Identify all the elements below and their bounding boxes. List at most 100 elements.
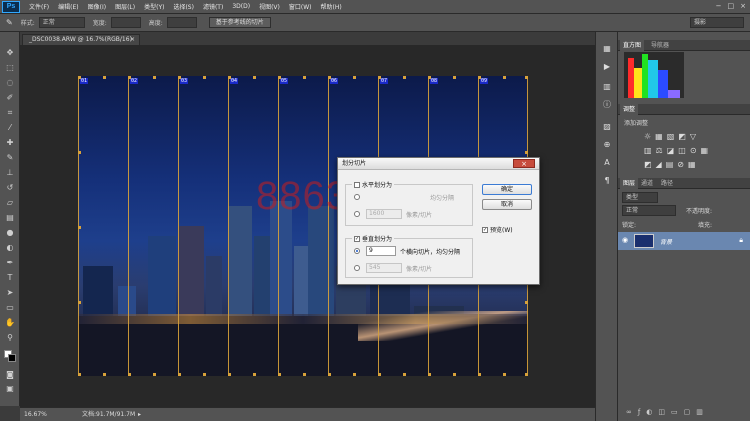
slice-handle[interactable] bbox=[103, 76, 106, 79]
width-input[interactable] bbox=[110, 17, 141, 28]
actions-panel-icon[interactable]: ▶ bbox=[601, 62, 613, 72]
healing-brush-tool-icon[interactable]: ✚ bbox=[4, 138, 16, 148]
slices-from-guides-button[interactable]: 基于参考线的切片 bbox=[208, 17, 271, 28]
slice-handle[interactable] bbox=[278, 373, 281, 376]
pen-tool-icon[interactable]: ✒ bbox=[4, 258, 16, 268]
slice-handle[interactable] bbox=[278, 76, 281, 79]
eraser-tool-icon[interactable]: ▱ bbox=[4, 198, 16, 208]
slice-handle[interactable] bbox=[128, 76, 131, 79]
slice-handle[interactable] bbox=[78, 151, 81, 154]
slice-handle[interactable] bbox=[153, 76, 156, 79]
slice-handle[interactable] bbox=[178, 76, 181, 79]
slice-handle[interactable] bbox=[103, 373, 106, 376]
dialog-close-button[interactable]: × bbox=[513, 159, 535, 168]
slice-handle[interactable] bbox=[525, 301, 528, 304]
ok-button[interactable]: 确定 bbox=[482, 184, 532, 195]
slice-handle[interactable] bbox=[228, 373, 231, 376]
color-swatches-icon[interactable] bbox=[4, 350, 16, 362]
slice-handle[interactable] bbox=[478, 373, 481, 376]
slice-handle[interactable] bbox=[303, 76, 306, 79]
menu-select[interactable]: 选择(S) bbox=[173, 2, 194, 11]
slice-handle[interactable] bbox=[453, 76, 456, 79]
dodge-tool-icon[interactable]: ◐ bbox=[4, 243, 16, 253]
slice-handle[interactable] bbox=[503, 76, 506, 79]
tab-adjustments[interactable]: 调整 bbox=[620, 104, 639, 115]
paragraph-panel-icon[interactable]: ¶ bbox=[601, 176, 613, 186]
style-select[interactable]: 正常 bbox=[38, 17, 85, 28]
slice-handle[interactable] bbox=[228, 76, 231, 79]
character-panel-icon[interactable]: A bbox=[601, 158, 613, 168]
screen-mode-icon[interactable]: ▣ bbox=[4, 384, 16, 394]
quick-mask-icon[interactable]: ◙ bbox=[4, 370, 16, 380]
layers-footer-icons[interactable]: ∞ƒ◐◫▭▢▥ bbox=[626, 408, 709, 416]
menu-window[interactable]: 窗口(W) bbox=[289, 2, 312, 11]
slice-handle[interactable] bbox=[253, 76, 256, 79]
close-button[interactable]: × bbox=[740, 2, 746, 10]
vertical-pixels-input[interactable]: 545 bbox=[366, 263, 402, 273]
menu-edit[interactable]: 编辑(E) bbox=[58, 2, 78, 11]
status-arrow-icon[interactable]: ▸ bbox=[138, 408, 141, 421]
tab-histogram[interactable]: 直方图 bbox=[620, 40, 645, 51]
clone-source-icon[interactable]: ⊕ bbox=[601, 140, 613, 150]
slice-handle[interactable] bbox=[78, 373, 81, 376]
info-panel-icon[interactable]: ⓘ bbox=[601, 100, 613, 110]
maximize-button[interactable]: □ bbox=[728, 2, 735, 10]
document-info[interactable]: 文档:91.7M/91.7M bbox=[82, 408, 135, 421]
horizontal-pixels-radio[interactable] bbox=[354, 211, 360, 217]
slice-handle[interactable] bbox=[203, 76, 206, 79]
slice-handle[interactable] bbox=[428, 373, 431, 376]
history-brush-tool-icon[interactable]: ↺ bbox=[4, 183, 16, 193]
slice-handle[interactable] bbox=[503, 373, 506, 376]
slice-handle[interactable] bbox=[525, 76, 528, 79]
slice-handle[interactable] bbox=[403, 76, 406, 79]
slice-handle[interactable] bbox=[403, 373, 406, 376]
vertical-count-input[interactable]: 9 bbox=[366, 246, 396, 256]
vertical-pixels-radio[interactable] bbox=[354, 265, 360, 271]
minimize-button[interactable]: − bbox=[716, 2, 722, 10]
menu-image[interactable]: 图像(I) bbox=[88, 2, 106, 11]
tab-channels[interactable]: 通道 bbox=[638, 178, 656, 189]
layer-name[interactable]: 背景 bbox=[660, 237, 672, 246]
marquee-tool-icon[interactable]: ⬚ bbox=[4, 63, 16, 73]
horizontal-evenly-radio[interactable] bbox=[354, 194, 360, 200]
menu-file[interactable]: 文件(F) bbox=[29, 2, 49, 11]
visibility-eye-icon[interactable]: ◉ bbox=[622, 236, 628, 244]
slice-handle[interactable] bbox=[453, 373, 456, 376]
menu-3d[interactable]: 3D(D) bbox=[232, 3, 250, 10]
eyedropper-tool-icon[interactable]: ⁄ bbox=[4, 123, 16, 133]
horizontal-checkbox[interactable] bbox=[354, 181, 360, 188]
vertical-checkbox[interactable]: ✓ bbox=[354, 235, 360, 242]
properties-panel-icon[interactable]: ▥ bbox=[601, 82, 613, 92]
adjustment-icons[interactable]: ☼▦▧◩▽ ▥⚖◪◫⊙▦ ◩◢▤⊘▦ bbox=[644, 130, 744, 172]
hand-tool-icon[interactable]: ✋ bbox=[4, 318, 16, 328]
document-tab[interactable]: _DSC0038.ARW @ 16.7%(RGB/16) × bbox=[22, 34, 140, 45]
slice-handle[interactable] bbox=[78, 301, 81, 304]
tab-paths[interactable]: 路径 bbox=[658, 178, 676, 189]
brush-tool-icon[interactable]: ✎ bbox=[4, 153, 16, 163]
menu-filter[interactable]: 滤镜(T) bbox=[203, 2, 223, 11]
slice-handle[interactable] bbox=[328, 373, 331, 376]
slice-handle[interactable] bbox=[178, 373, 181, 376]
menu-help[interactable]: 帮助(H) bbox=[321, 2, 342, 11]
layer-filter-select[interactable]: 类型 bbox=[622, 192, 658, 203]
vertical-count-radio[interactable] bbox=[354, 248, 360, 254]
slice-handle[interactable] bbox=[78, 226, 81, 229]
blur-tool-icon[interactable]: ● bbox=[4, 228, 16, 238]
slice-handle[interactable] bbox=[378, 373, 381, 376]
type-tool-icon[interactable]: T bbox=[4, 273, 16, 283]
menu-view[interactable]: 视图(V) bbox=[259, 2, 280, 11]
slice-handle[interactable] bbox=[78, 76, 81, 79]
menu-layer[interactable]: 图层(L) bbox=[115, 2, 135, 11]
slice-handle[interactable] bbox=[428, 76, 431, 79]
slice-handle[interactable] bbox=[378, 76, 381, 79]
height-input[interactable] bbox=[166, 17, 197, 28]
slice-handle[interactable] bbox=[525, 151, 528, 154]
zoom-tool-icon[interactable]: ⚲ bbox=[4, 333, 16, 343]
move-tool-icon[interactable]: ✥ bbox=[4, 48, 16, 58]
preview-checkbox[interactable]: ✓ bbox=[482, 226, 488, 233]
slice-handle[interactable] bbox=[253, 373, 256, 376]
slice-handle[interactable] bbox=[353, 76, 356, 79]
slice-handle[interactable] bbox=[203, 373, 206, 376]
tab-layers[interactable]: 图层 bbox=[620, 178, 639, 189]
menu-type[interactable]: 类型(Y) bbox=[144, 2, 164, 11]
